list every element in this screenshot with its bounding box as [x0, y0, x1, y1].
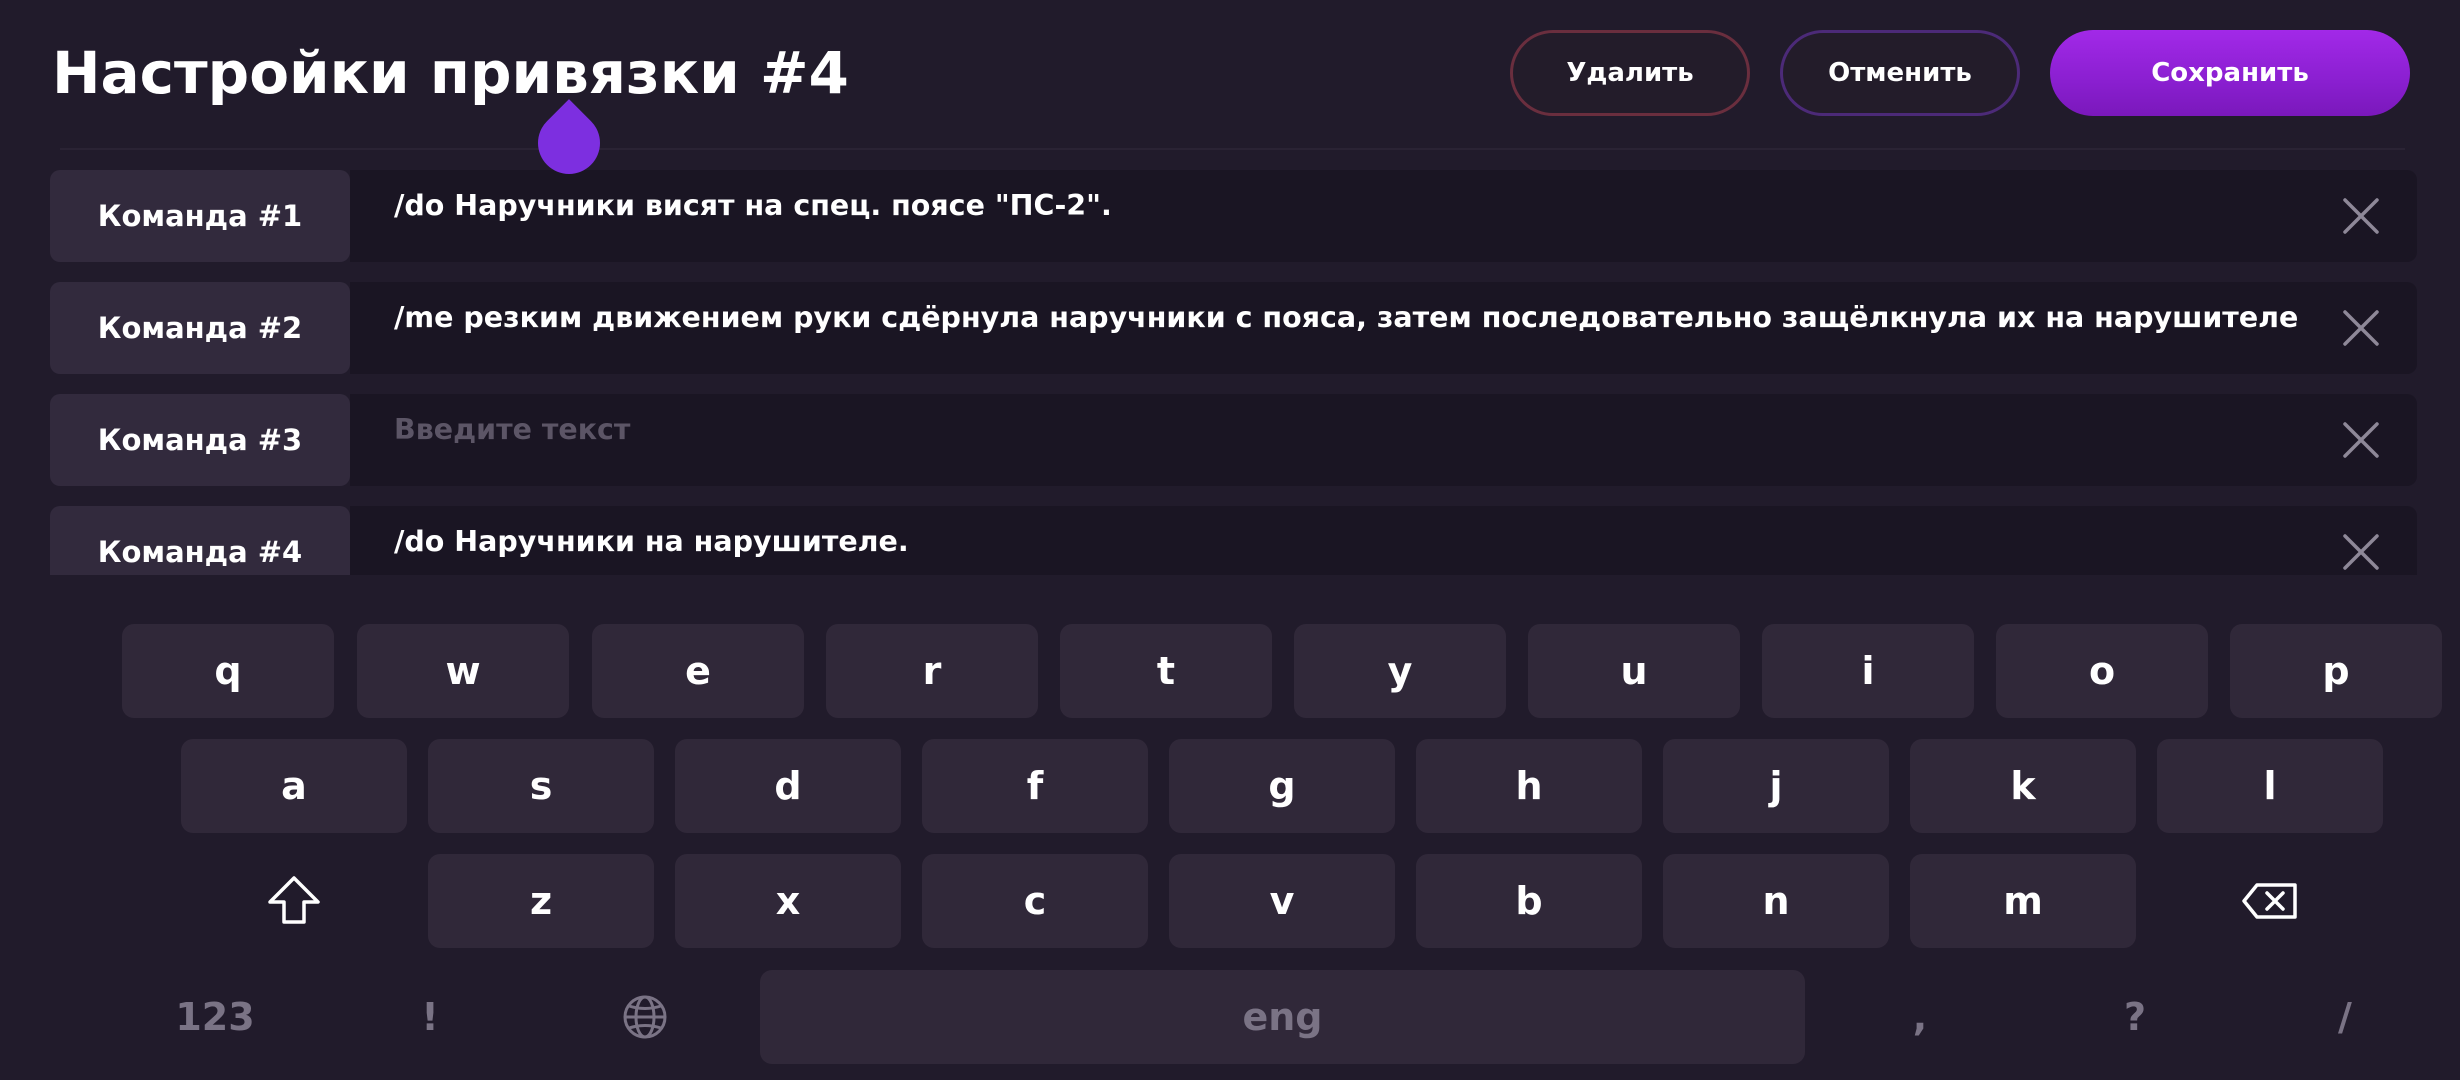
- close-icon[interactable]: [2341, 308, 2381, 348]
- command-row-2: Команда #2 /me резким движением руки сдё…: [50, 282, 2417, 374]
- shift-icon: [268, 876, 320, 924]
- command-label: Команда #3: [50, 394, 350, 486]
- key-b[interactable]: b: [1416, 854, 1642, 948]
- backspace-key[interactable]: [2157, 854, 2383, 948]
- key-y[interactable]: y: [1294, 624, 1506, 718]
- key-f[interactable]: f: [922, 739, 1148, 833]
- question-key[interactable]: ?: [2080, 970, 2190, 1064]
- command-placeholder: Введите текст: [394, 413, 631, 446]
- command-input[interactable]: Введите текст: [350, 394, 2417, 486]
- command-list[interactable]: Команда #1 /do Наручники висят на спец. …: [0, 150, 2460, 575]
- save-button[interactable]: Сохранить: [2050, 30, 2410, 116]
- language-key[interactable]: [580, 970, 710, 1064]
- key-r[interactable]: r: [826, 624, 1038, 718]
- command-row-4: Команда #4 /do Наручники на нарушителе.: [50, 506, 2417, 575]
- key-q[interactable]: q: [122, 624, 334, 718]
- comma-key[interactable]: ,: [1865, 970, 1975, 1064]
- key-j[interactable]: j: [1663, 739, 1889, 833]
- slash-key[interactable]: /: [2290, 970, 2400, 1064]
- key-g[interactable]: g: [1169, 739, 1395, 833]
- command-label: Команда #4: [50, 506, 350, 575]
- key-d[interactable]: d: [675, 739, 901, 833]
- command-row-3: Команда #3 Введите текст: [50, 394, 2417, 486]
- delete-button[interactable]: Удалить: [1510, 30, 1750, 116]
- key-e[interactable]: e: [592, 624, 804, 718]
- page-title: Настройки привязки #4: [52, 39, 849, 107]
- command-row-1: Команда #1 /do Наручники висят на спец. …: [50, 170, 2417, 262]
- command-text: /do Наручники висят на спец. поясе "ПС-2…: [394, 189, 1112, 222]
- command-input[interactable]: /do Наручники на нарушителе.: [350, 506, 2417, 575]
- command-text: /me резким движением руки сдёрнула наруч…: [394, 301, 2299, 334]
- key-c[interactable]: c: [922, 854, 1148, 948]
- command-label: Команда #2: [50, 282, 350, 374]
- key-n[interactable]: n: [1663, 854, 1889, 948]
- key-w[interactable]: w: [357, 624, 569, 718]
- cancel-button[interactable]: Отменить: [1780, 30, 2020, 116]
- key-a[interactable]: a: [181, 739, 407, 833]
- key-m[interactable]: m: [1910, 854, 2136, 948]
- command-input[interactable]: /me резким движением руки сдёрнула наруч…: [350, 282, 2417, 374]
- key-l[interactable]: l: [2157, 739, 2383, 833]
- close-icon[interactable]: [2341, 532, 2381, 572]
- key-i[interactable]: i: [1762, 624, 1974, 718]
- shift-key[interactable]: [181, 854, 407, 948]
- key-s[interactable]: s: [428, 739, 654, 833]
- key-o[interactable]: o: [1996, 624, 2208, 718]
- globe-icon: [623, 995, 667, 1039]
- key-t[interactable]: t: [1060, 624, 1272, 718]
- key-k[interactable]: k: [1910, 739, 2136, 833]
- key-h[interactable]: h: [1416, 739, 1642, 833]
- command-text: /do Наручники на нарушителе.: [394, 525, 909, 558]
- key-v[interactable]: v: [1169, 854, 1395, 948]
- key-x[interactable]: x: [675, 854, 901, 948]
- exclaim-key[interactable]: !: [370, 970, 490, 1064]
- close-icon[interactable]: [2341, 420, 2381, 460]
- numbers-key[interactable]: 123: [130, 970, 300, 1064]
- key-z[interactable]: z: [428, 854, 654, 948]
- key-u[interactable]: u: [1528, 624, 1740, 718]
- backspace-icon: [2242, 883, 2297, 919]
- command-label: Команда #1: [50, 170, 350, 262]
- close-icon[interactable]: [2341, 196, 2381, 236]
- key-p[interactable]: p: [2230, 624, 2442, 718]
- space-key[interactable]: eng: [760, 970, 1805, 1064]
- command-input[interactable]: /do Наручники висят на спец. поясе "ПС-2…: [350, 170, 2417, 262]
